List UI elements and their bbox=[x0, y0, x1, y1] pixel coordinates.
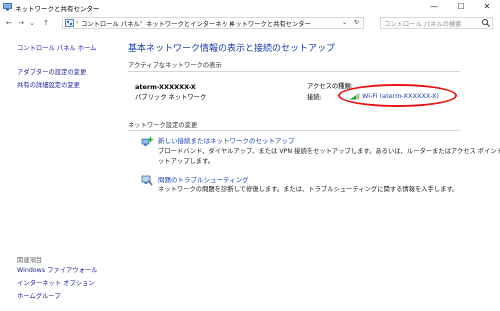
network-type-link[interactable]: パブリック ネットワーク bbox=[135, 92, 206, 101]
minimize-button[interactable]: — bbox=[423, 0, 445, 14]
sidebar-change-advanced-sharing[interactable]: 共有の詳細設定の変更 bbox=[17, 80, 80, 89]
page-title: 基本ネットワーク情報の表示と接続のセットアップ bbox=[128, 44, 336, 54]
window-title: ネットワークと共有センター bbox=[15, 5, 100, 13]
close-button[interactable]: ✕ bbox=[476, 0, 498, 14]
breadcrumb-network-internet[interactable]: ネットワークとインターネット bbox=[146, 19, 234, 28]
chevron-down-icon[interactable]: ⌄ bbox=[342, 19, 347, 26]
network-center-icon bbox=[3, 3, 12, 11]
search-icon[interactable] bbox=[481, 18, 491, 28]
search-placeholder: コントロール パネルの検索 bbox=[384, 21, 462, 28]
related-items-header: 関連項目 bbox=[17, 257, 43, 264]
troubleshoot-icon bbox=[141, 175, 153, 186]
refresh-icon[interactable]: ↻ bbox=[354, 19, 359, 26]
breadcrumb-separator: › bbox=[223, 19, 226, 26]
network-name: aterm-XXXXXX-X bbox=[135, 83, 196, 91]
sidebar-homegroup[interactable]: ホームグループ bbox=[17, 291, 61, 300]
breadcrumb-separator: › bbox=[140, 19, 143, 26]
control-panel-icon bbox=[65, 19, 74, 27]
recent-pages-dropdown[interactable]: ⌄ bbox=[27, 17, 37, 29]
up-button[interactable]: ↑ bbox=[41, 17, 51, 29]
maximize-button[interactable]: ☐ bbox=[450, 0, 472, 14]
breadcrumb-control-panel[interactable]: コントロール パネル bbox=[81, 19, 140, 28]
new-connection-icon bbox=[141, 137, 153, 146]
setup-new-connection-link[interactable]: 新しい接続またはネットワークのセットアップ bbox=[158, 135, 295, 145]
sidebar-control-panel-home[interactable]: コントロール パネル ホーム bbox=[17, 43, 96, 52]
troubleshoot-problems-link[interactable]: 問題のトラブルシューティング bbox=[158, 174, 249, 184]
setup-new-connection-desc-line2: ットアップします。 bbox=[158, 158, 215, 165]
active-networks-header: アクティブなネットワークの表示 bbox=[128, 62, 222, 69]
troubleshoot-problems-desc: ネットワークの問題を診断して修復します。または、トラブルシューティングに関する情… bbox=[158, 186, 459, 193]
breadcrumb-separator: › bbox=[76, 19, 79, 26]
annotation-highlight-ellipse bbox=[338, 84, 457, 107]
divider bbox=[128, 130, 460, 131]
network-settings-header: ネットワーク設定の変更 bbox=[128, 122, 198, 129]
sidebar-internet-options[interactable]: インターネット オプション bbox=[17, 278, 95, 287]
connection-label: 接続: bbox=[307, 94, 322, 101]
setup-new-connection-desc-line1: ブロードバンド、ダイヤルアップ、または VPN 接続をセットアップします。あるい… bbox=[158, 148, 500, 155]
sidebar-windows-firewall[interactable]: Windows ファイアウォール bbox=[17, 265, 98, 274]
divider bbox=[128, 71, 460, 72]
breadcrumb-network-sharing-center[interactable]: ネットワークと共有センター bbox=[229, 19, 311, 28]
back-button[interactable]: ← bbox=[4, 17, 14, 29]
sidebar-change-adapter-settings[interactable]: アダプターの設定の変更 bbox=[17, 67, 86, 76]
forward-button[interactable]: → bbox=[16, 17, 26, 29]
